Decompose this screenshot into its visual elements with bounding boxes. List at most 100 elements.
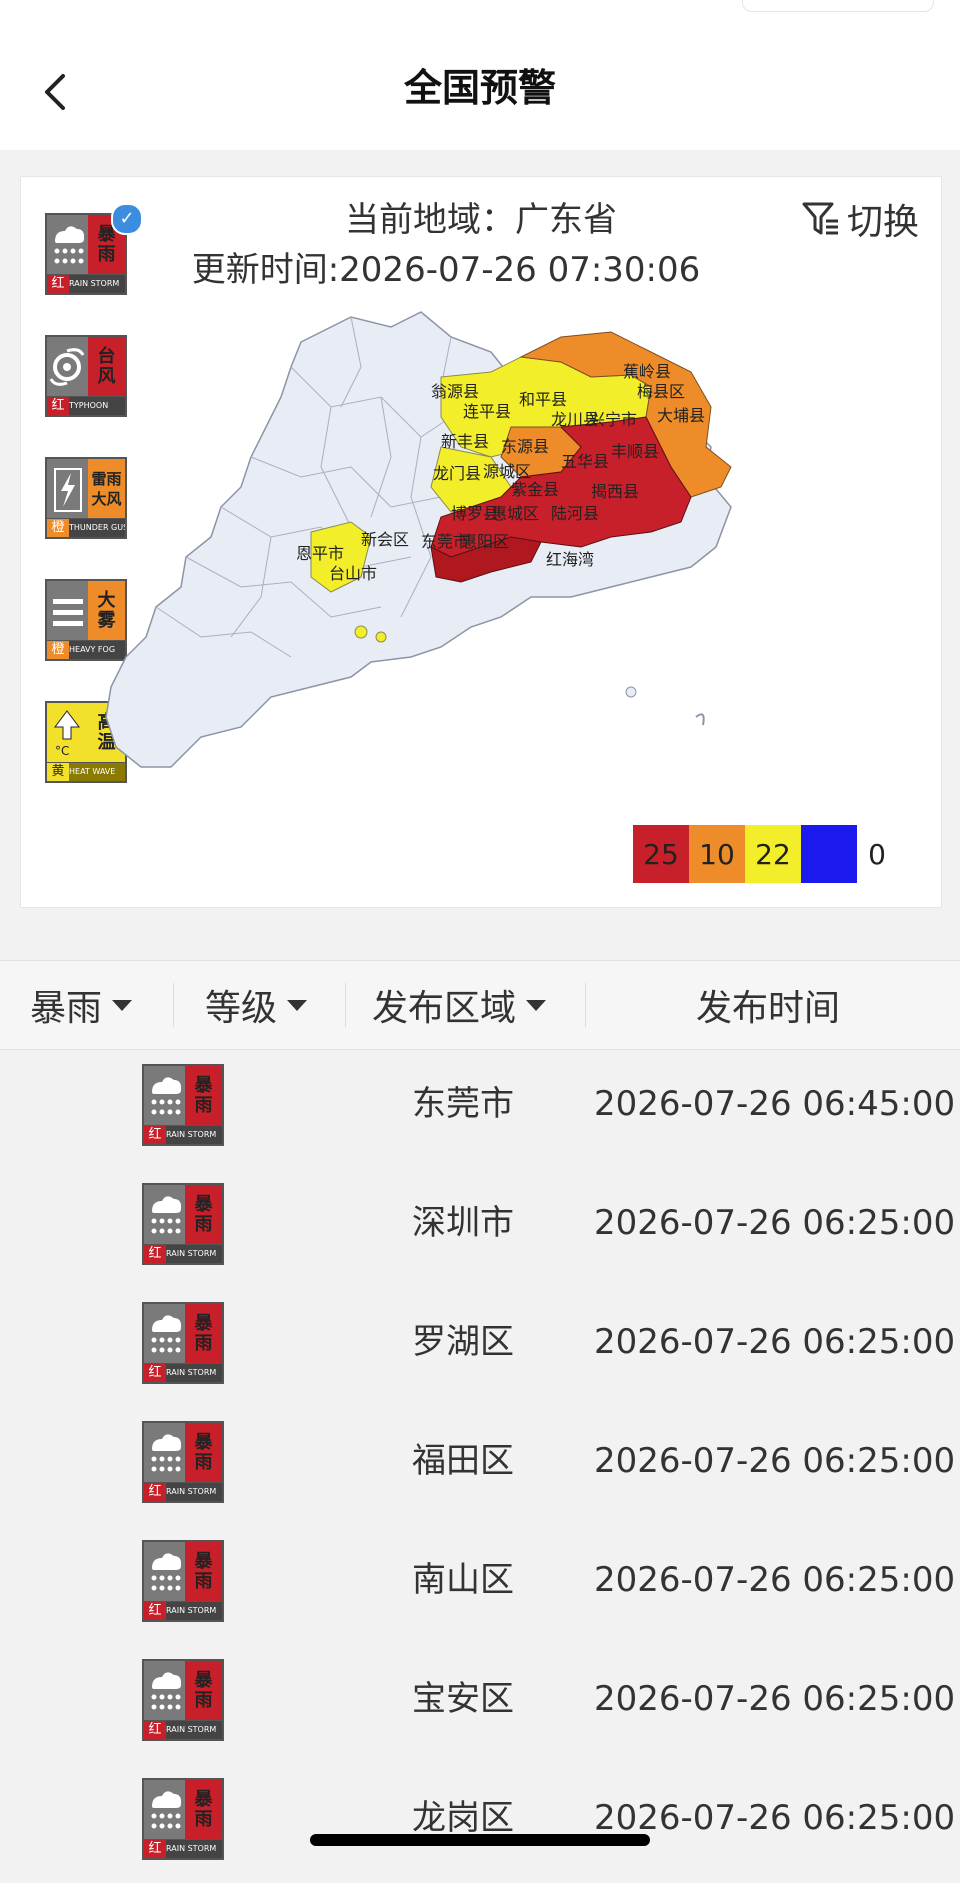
status-pill bbox=[742, 0, 934, 12]
warning-name: 暴雨 bbox=[185, 1542, 222, 1602]
warning-name-line2: 雨 bbox=[194, 1690, 213, 1711]
switch-label: 切换 bbox=[846, 202, 919, 243]
warning-level-bar: 红 RAIN STORM bbox=[144, 1720, 222, 1739]
table-row[interactable]: 暴雨红 RAIN STORM 深圳市 2026-07-26 06:25:00 bbox=[0, 1169, 960, 1288]
thermometer-icon: °C bbox=[47, 703, 88, 763]
warning-level: 橙 bbox=[47, 641, 69, 659]
map-label: 揭西县 bbox=[591, 482, 639, 501]
row-area: 罗湖区 bbox=[412, 1322, 514, 1362]
warning-name-line1: 暴 bbox=[194, 1789, 213, 1810]
map-label: 大埔县 bbox=[657, 406, 705, 425]
map-label: 新会区 bbox=[361, 530, 409, 549]
row-warning-icon: 暴雨红 RAIN STORM bbox=[142, 1778, 224, 1860]
warning-level-bar: 红 RAIN STORM bbox=[144, 1839, 222, 1858]
map-label: 红海湾 bbox=[546, 550, 594, 569]
warning-icon-rainstorm: 暴雨红 RAIN STORM bbox=[142, 1540, 224, 1622]
filter-level-dropdown[interactable]: 等级 bbox=[205, 961, 308, 1049]
warning-name-en: RAIN STORM bbox=[166, 1844, 217, 1853]
province-map[interactable]: 翁源县连平县和平县龙川县兴宁市蕉岭县梅县区大埔县新丰县 东源县五华县丰顺县龙门县源… bbox=[91, 297, 851, 817]
map-label: 陆河县 bbox=[551, 504, 599, 523]
header-time: 发布时间 bbox=[696, 961, 840, 1049]
top-bar: 全国预警 bbox=[0, 0, 960, 150]
warning-name-line2: 雨 bbox=[97, 244, 116, 265]
map-label: 惠阳区 bbox=[461, 532, 509, 551]
warning-icon-rainstorm: 暴雨红 RAIN STORM bbox=[142, 1659, 224, 1741]
table-row[interactable]: 暴雨红 RAIN STORM 宝安区 2026-07-26 06:25:00 bbox=[0, 1645, 960, 1764]
warning-icon-rainstorm: 暴雨红 RAIN STORM bbox=[142, 1183, 224, 1265]
warning-name-line1: 暴 bbox=[194, 1313, 213, 1334]
warning-name-line2: 雨 bbox=[194, 1333, 213, 1354]
warning-name: 暴雨 bbox=[185, 1304, 222, 1364]
map-label: 惠城区 bbox=[491, 504, 539, 523]
warning-name-en: RAIN STORM bbox=[166, 1606, 217, 1615]
warning-name-en: RAIN STORM bbox=[166, 1725, 217, 1734]
legend-count: 25 bbox=[643, 837, 679, 871]
warning-level: 红 bbox=[144, 1840, 166, 1858]
rain-cloud-icon bbox=[144, 1780, 185, 1840]
home-indicator bbox=[310, 1834, 650, 1846]
map-label: 新丰县 bbox=[441, 432, 489, 451]
row-time: 2026-07-26 06:25:00 bbox=[594, 1322, 956, 1362]
map-label: 五华县 bbox=[561, 452, 609, 471]
lightning-icon bbox=[47, 459, 88, 519]
table-row[interactable]: 暴雨红 RAIN STORM 龙岗区 2026-07-26 06:25:00 bbox=[0, 1764, 960, 1883]
rain-cloud-icon bbox=[144, 1066, 185, 1126]
rain-cloud-icon bbox=[47, 215, 88, 275]
warning-level-bar: 红 RAIN STORM bbox=[144, 1601, 222, 1620]
switch-region-button[interactable]: 切换 bbox=[801, 191, 919, 247]
warning-icon-rainstorm: 暴雨红 RAIN STORM bbox=[142, 1064, 224, 1146]
check-icon: ✓ bbox=[111, 203, 143, 235]
row-time: 2026-07-26 06:25:00 bbox=[594, 1203, 956, 1243]
divider bbox=[173, 983, 174, 1027]
map-label: 和平县 bbox=[519, 390, 567, 409]
row-warning-icon: 暴雨红 RAIN STORM bbox=[142, 1302, 224, 1384]
row-area: 深圳市 bbox=[412, 1203, 514, 1243]
row-time: 2026-07-26 06:25:00 bbox=[594, 1679, 956, 1719]
update-time-label: 更新时间:2026-07-26 07:30:06 bbox=[191, 250, 701, 290]
warning-level: 红 bbox=[144, 1721, 166, 1739]
map-label: 台山市 bbox=[329, 564, 377, 583]
typhoon-icon bbox=[47, 337, 88, 397]
warning-name-en: RAIN STORM bbox=[166, 1487, 217, 1496]
legend-cell: 0 bbox=[801, 825, 857, 883]
legend-count: 22 bbox=[755, 837, 791, 871]
warning-name-en: RAIN STORM bbox=[166, 1368, 217, 1377]
filter-area-dropdown[interactable]: 发布区域 bbox=[372, 961, 547, 1049]
warning-level: 橙 bbox=[47, 519, 69, 537]
warning-icon-rainstorm[interactable]: 暴雨红 RAIN STORM ✓ bbox=[45, 203, 143, 295]
warning-map-card: 当前地域：广东省 更新时间:2026-07-26 07:30:06 切换 暴雨红… bbox=[20, 176, 942, 908]
map-island bbox=[375, 631, 387, 643]
svg-text:°C: °C bbox=[55, 744, 69, 758]
warning-level-bar: 红 RAIN STORM bbox=[144, 1363, 222, 1382]
table-row[interactable]: 暴雨红 RAIN STORM 东莞市 2026-07-26 06:45:00 bbox=[0, 1050, 960, 1169]
warning-icon-rainstorm: 暴雨红 RAIN STORM bbox=[142, 1778, 224, 1860]
map-island bbox=[625, 686, 637, 698]
filter-type-dropdown[interactable]: 暴雨 bbox=[30, 961, 133, 1049]
table-row[interactable]: 暴雨红 RAIN STORM 罗湖区 2026-07-26 06:25:00 bbox=[0, 1288, 960, 1407]
row-warning-icon: 暴雨红 RAIN STORM bbox=[142, 1540, 224, 1622]
caret-down-icon bbox=[287, 999, 308, 1011]
map-label: 翁源县 bbox=[431, 382, 479, 401]
map-island bbox=[695, 713, 705, 726]
table-row[interactable]: 暴雨红 RAIN STORM 福田区 2026-07-26 06:25:00 bbox=[0, 1407, 960, 1526]
header-area-label: 发布区域 bbox=[372, 988, 517, 1029]
warning-level: 红 bbox=[144, 1364, 166, 1382]
table-row[interactable]: 暴雨红 RAIN STORM 南山区 2026-07-26 06:25:00 bbox=[0, 1526, 960, 1645]
map-label: 连平县 bbox=[463, 402, 511, 421]
warning-level-bar: 红 RAIN STORM bbox=[144, 1125, 222, 1144]
map-label: 源城区 bbox=[483, 462, 531, 481]
fog-icon bbox=[47, 581, 88, 641]
map-label: 东源县 bbox=[501, 437, 549, 456]
warning-name-line1: 暴 bbox=[194, 1432, 213, 1453]
row-warning-icon: 暴雨红 RAIN STORM bbox=[142, 1659, 224, 1741]
warning-level-bar: 红 RAIN STORM bbox=[144, 1244, 222, 1263]
warning-name: 暴雨 bbox=[185, 1780, 222, 1840]
caret-down-icon bbox=[526, 999, 547, 1011]
row-time: 2026-07-26 06:25:00 bbox=[594, 1798, 956, 1838]
row-time: 2026-07-26 06:45:00 bbox=[594, 1084, 956, 1124]
row-warning-icon: 暴雨红 RAIN STORM bbox=[142, 1064, 224, 1146]
warning-name: 暴雨 bbox=[185, 1066, 222, 1126]
warning-name-line1: 暴 bbox=[194, 1075, 213, 1096]
warning-level: 黄 bbox=[47, 763, 69, 781]
map-label: 梅县区 bbox=[637, 382, 685, 401]
